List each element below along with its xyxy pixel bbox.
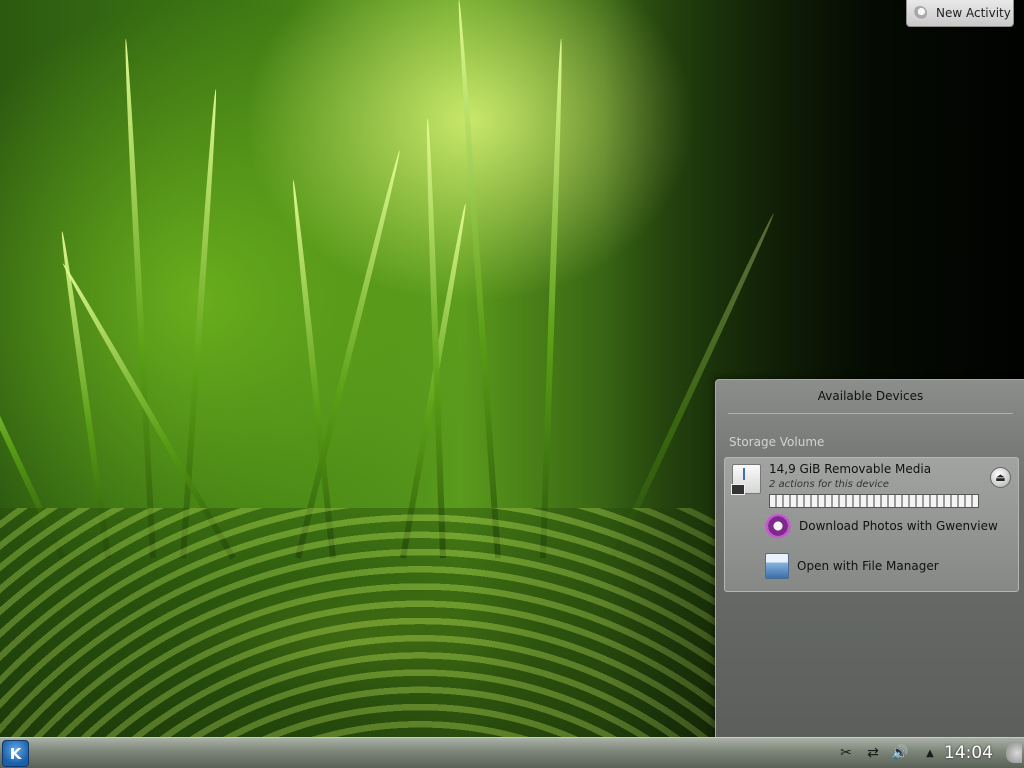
eject-icon: ⏏ bbox=[995, 471, 1006, 484]
grass-blade bbox=[122, 38, 156, 559]
grass-blade bbox=[540, 38, 565, 559]
action-download-photos[interactable]: Download Photos with Gwenview bbox=[765, 512, 998, 540]
popup-title: Available Devices bbox=[817, 389, 924, 403]
eject-button[interactable]: ⏏ bbox=[990, 467, 1011, 488]
title-divider bbox=[728, 413, 1013, 414]
tray-expand-icon[interactable]: ▲ bbox=[922, 742, 938, 764]
volume-icon[interactable]: 🔊 bbox=[889, 742, 911, 764]
panel-toolbox-icon[interactable] bbox=[1006, 743, 1022, 763]
device-name: 14,9 GiB Removable Media bbox=[769, 462, 932, 476]
klipper-icon[interactable]: ✂ bbox=[836, 742, 856, 764]
new-activity-label: New Activity bbox=[936, 6, 1011, 20]
action-open-file-manager[interactable]: Open with File Manager bbox=[765, 552, 939, 580]
capacity-bar-fill bbox=[770, 495, 978, 507]
digital-clock[interactable]: 14:04 bbox=[944, 743, 993, 763]
network-icon[interactable]: ⇄ bbox=[862, 742, 884, 764]
kde-launcher-icon: K bbox=[9, 744, 22, 763]
grass-blade bbox=[455, 0, 501, 559]
device-notifier-popup: Available Devices Storage Volume 14,9 Gi… bbox=[715, 379, 1024, 741]
device-actions-count: 2 actions for this device bbox=[769, 479, 889, 490]
device-item[interactable]: 14,9 GiB Removable Media 2 actions for t… bbox=[724, 457, 1019, 592]
plasma-activity-icon bbox=[913, 6, 927, 20]
file-manager-icon bbox=[765, 553, 789, 579]
panel: K ✂ ⇄ 🔊 ▲ 14:04 bbox=[0, 737, 1024, 768]
section-heading: Storage Volume bbox=[729, 435, 825, 449]
usb-drive-icon bbox=[731, 464, 761, 495]
capacity-bar bbox=[769, 494, 979, 508]
new-activity-button[interactable]: New Activity bbox=[906, 0, 1014, 27]
gwenview-icon bbox=[765, 514, 791, 538]
action-label: Download Photos with Gwenview bbox=[799, 519, 998, 533]
action-label: Open with File Manager bbox=[797, 559, 939, 573]
kde-launcher-button[interactable]: K bbox=[2, 740, 29, 767]
grass-blade bbox=[180, 88, 219, 559]
